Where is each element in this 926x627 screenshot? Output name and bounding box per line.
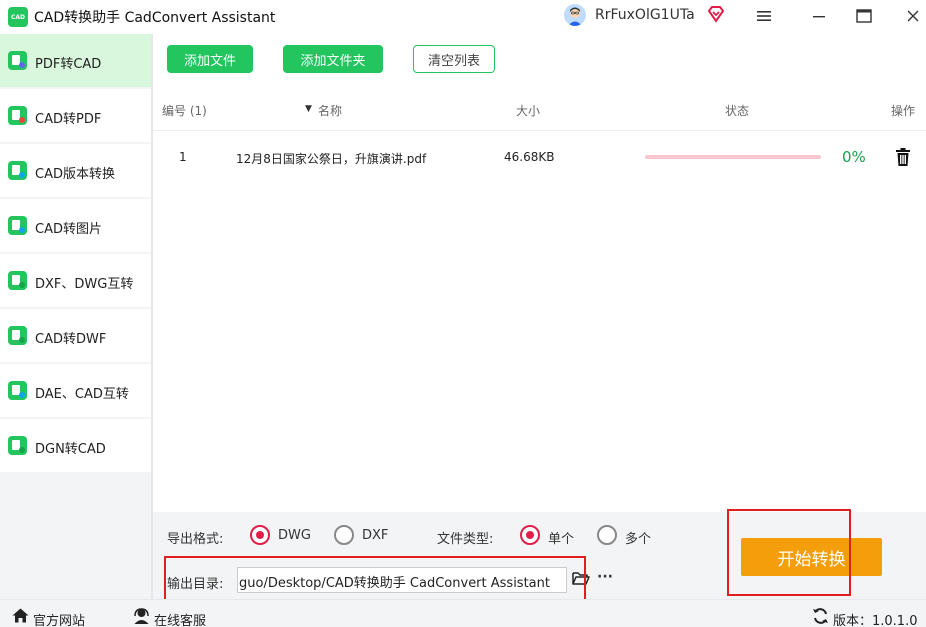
- format-dwg-radio[interactable]: [250, 525, 270, 545]
- sidebar-item-label: DAE、CAD互转: [35, 387, 129, 402]
- sidebar-item-dae-cad[interactable]: DAE、CAD互转: [0, 364, 151, 417]
- sidebar-item-pdf-to-cad[interactable]: PDF转CAD: [0, 34, 151, 87]
- column-number[interactable]: 编号 (1): [162, 102, 207, 119]
- hamburger-icon[interactable]: [753, 6, 775, 26]
- refresh-icon[interactable]: [812, 608, 829, 624]
- file-type-single-radio[interactable]: [520, 525, 540, 545]
- clear-list-button[interactable]: 清空列表: [413, 45, 495, 73]
- official-website-link[interactable]: 官方网站: [33, 610, 85, 627]
- sidebar-item-cad-to-dwf[interactable]: CAD转DWF: [0, 309, 151, 362]
- highlight-box-start: [727, 509, 851, 596]
- add-file-button[interactable]: 添加文件: [167, 45, 253, 73]
- row-number: 1: [179, 150, 187, 164]
- customer-service-icon[interactable]: [133, 607, 150, 624]
- dwf-file-icon: [8, 326, 27, 345]
- sidebar-item-label: CAD转DWF: [35, 332, 107, 347]
- status-bar: 官方网站 在线客服 版本：1.0.1.0: [0, 599, 926, 627]
- pdf-file-icon: [8, 51, 27, 70]
- sidebar-item-label: DGN转CAD: [35, 442, 106, 457]
- column-size[interactable]: 大小: [516, 102, 540, 119]
- dae-file-icon: [8, 381, 27, 400]
- online-support-link[interactable]: 在线客服: [154, 610, 206, 627]
- cad-file-icon: [8, 106, 27, 125]
- file-type-label: 文件类型:: [437, 532, 494, 547]
- sidebar-item-cad-to-image[interactable]: CAD转图片: [0, 199, 151, 252]
- app-title: CAD转换助手 CadConvert Assistant: [34, 10, 276, 26]
- dgn-file-icon: [8, 436, 27, 455]
- close-icon[interactable]: [902, 6, 924, 26]
- trash-icon[interactable]: [895, 148, 911, 166]
- add-folder-button[interactable]: 添加文件夹: [283, 45, 383, 73]
- avatar-icon: [564, 4, 586, 26]
- avatar[interactable]: [564, 4, 586, 26]
- sort-desc-icon[interactable]: ▼: [305, 104, 312, 114]
- username[interactable]: RrFuxOlG1UTa: [595, 7, 695, 23]
- sidebar-item-label: CAD版本转换: [35, 167, 115, 182]
- title-bar: CAD CAD转换助手 CadConvert Assistant RrFuxOl…: [0, 0, 926, 34]
- sidebar-item-cad-version[interactable]: CAD版本转换: [0, 144, 151, 197]
- app-logo: CAD: [8, 7, 28, 27]
- format-dxf-radio[interactable]: [334, 525, 354, 545]
- column-action: 操作: [891, 104, 916, 118]
- sidebar: PDF转CAD CAD转PDF CAD版本转换 CAD转图片 DXF、DWG互转…: [0, 34, 151, 599]
- row-file-size: 46.68KB: [504, 150, 555, 164]
- export-format-label: 导出格式:: [167, 532, 224, 547]
- sidebar-item-label: PDF转CAD: [35, 57, 102, 72]
- file-type-multiple-label[interactable]: 多个: [625, 528, 651, 547]
- file-type-multiple-radio[interactable]: [597, 525, 617, 545]
- progress-bar: [645, 155, 821, 159]
- sidebar-item-dxf-dwg[interactable]: DXF、DWG互转: [0, 254, 151, 307]
- file-type-single-label[interactable]: 单个: [548, 528, 574, 547]
- sidebar-item-label: CAD转PDF: [35, 112, 102, 127]
- sidebar-item-label: DXF、DWG互转: [35, 277, 134, 292]
- format-dxf-label[interactable]: DXF: [362, 528, 388, 543]
- sidebar-item-label: CAD转图片: [35, 222, 102, 237]
- image-file-icon: [8, 216, 27, 235]
- version-label: 版本：1.0.1.0: [833, 614, 918, 627]
- table-header: 编号 (1) ▼ 名称 大小 状态 操作: [153, 88, 926, 131]
- more-options-icon[interactable]: ···: [597, 569, 613, 585]
- toolbar: 添加文件 添加文件夹 清空列表: [153, 34, 926, 85]
- version-convert-icon: [8, 161, 27, 180]
- row-file-name: 12月8日国家公祭日，升旗演讲.pdf: [236, 152, 427, 166]
- dxf-dwg-icon: [8, 271, 27, 290]
- home-icon[interactable]: [12, 608, 29, 623]
- progress-percent: 0%: [842, 148, 866, 166]
- column-name[interactable]: 名称: [318, 102, 342, 119]
- table-row[interactable]: 1 12月8日国家公祭日，升旗演讲.pdf 46.68KB 0%: [153, 131, 926, 183]
- column-status: 状态: [725, 104, 750, 118]
- minimize-button[interactable]: [808, 6, 830, 26]
- format-dwg-label[interactable]: DWG: [278, 528, 311, 543]
- maximize-icon[interactable]: [853, 6, 875, 26]
- vip-diamond-icon[interactable]: [706, 4, 726, 24]
- sidebar-item-cad-to-pdf[interactable]: CAD转PDF: [0, 89, 151, 142]
- sidebar-item-dgn-to-cad[interactable]: DGN转CAD: [0, 419, 151, 472]
- app-window: CAD CAD转换助手 CadConvert Assistant RrFuxOl…: [0, 0, 926, 627]
